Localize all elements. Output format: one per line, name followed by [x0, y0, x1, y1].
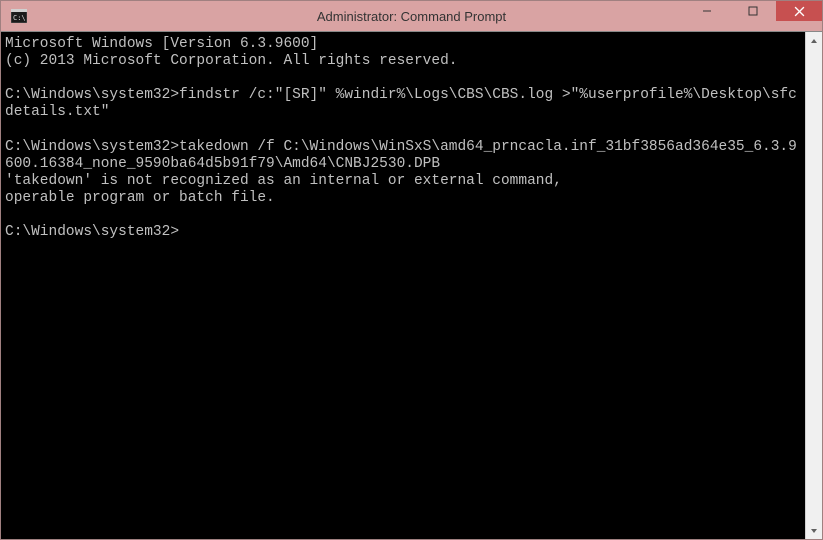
vertical-scrollbar[interactable] [805, 32, 822, 539]
svg-text:C:\: C:\ [13, 14, 26, 22]
scroll-down-button[interactable] [806, 522, 822, 539]
minimize-button[interactable] [684, 1, 730, 21]
terminal-area: Microsoft Windows [Version 6.3.9600] (c)… [1, 31, 822, 539]
close-button[interactable] [776, 1, 822, 21]
window-title: Administrator: Command Prompt [317, 9, 506, 24]
titlebar[interactable]: C:\ Administrator: Command Prompt [1, 1, 822, 31]
scroll-track[interactable] [806, 49, 822, 522]
terminal-output[interactable]: Microsoft Windows [Version 6.3.9600] (c)… [1, 32, 805, 539]
scroll-up-button[interactable] [806, 32, 822, 49]
command-prompt-window: C:\ Administrator: Command Prompt Micros… [0, 0, 823, 540]
cmd-icon: C:\ [9, 6, 29, 26]
maximize-button[interactable] [730, 1, 776, 21]
window-controls [684, 1, 822, 31]
